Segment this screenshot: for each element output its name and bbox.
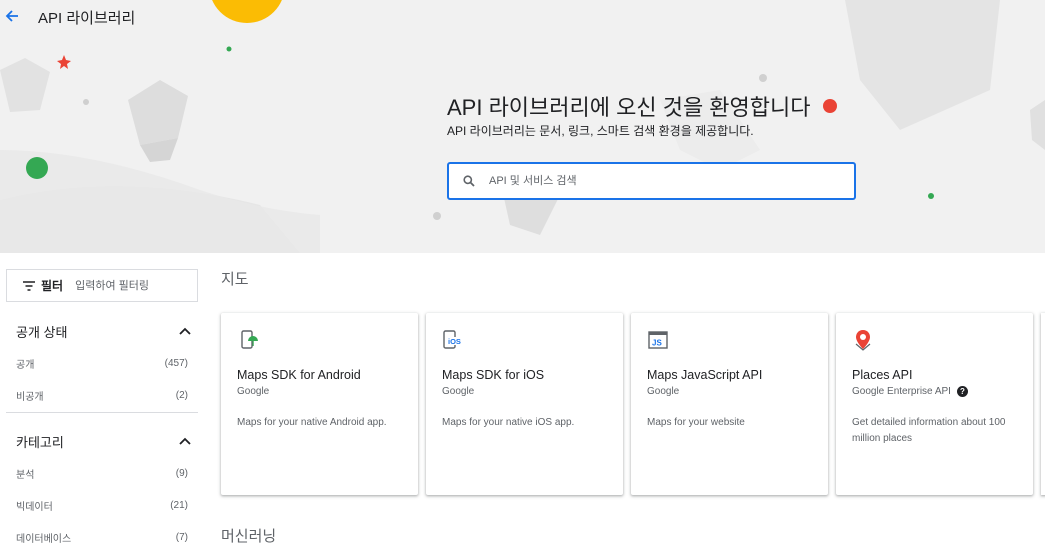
api-card-maps-ios[interactable]: iOS Maps SDK for iOS Google Maps for you…: [426, 313, 623, 495]
facet-item-count: (2): [175, 389, 188, 401]
card-description: Maps for your native iOS app.: [442, 417, 575, 428]
facet-category-header[interactable]: 카테고리: [16, 431, 191, 451]
api-card-partial[interactable]: [1041, 313, 1045, 495]
red-dot-icon: [822, 99, 837, 113]
card-title: Maps SDK for iOS: [442, 368, 545, 382]
facet-item-label: 비공개: [16, 391, 44, 403]
section-title-machine-learning: 머신러닝: [221, 528, 277, 545]
facet-item-count: (457): [164, 357, 188, 369]
search-input[interactable]: [487, 174, 817, 188]
facet-item-label: 빅데이터: [16, 501, 53, 513]
filter-box[interactable]: 필터: [6, 269, 198, 302]
facet-item-label: 분석: [16, 469, 35, 481]
card-description: Maps for your native Android app.: [237, 417, 387, 428]
card-title: Maps JavaScript API: [647, 368, 763, 382]
arrow-left-icon: [5, 10, 18, 22]
facet-visibility-header[interactable]: 공개 상태: [16, 321, 191, 341]
card-provider-text: Google Enterprise API: [852, 386, 951, 397]
back-button[interactable]: [2, 6, 22, 26]
card-provider-text: Google: [647, 386, 680, 397]
api-card-maps-android[interactable]: Maps SDK for Android Google Maps for you…: [221, 313, 418, 495]
facet-item-label: 데이터베이스: [16, 533, 72, 545]
facet-item-count: (7): [175, 531, 188, 543]
card-provider: Google: [647, 386, 812, 397]
android-maps-icon: [241, 330, 258, 349]
ios-maps-icon: iOS: [443, 330, 462, 349]
javascript-maps-icon: JS: [648, 331, 668, 349]
facet-item-private[interactable]: 비공개 (2): [16, 387, 188, 403]
welcome-title-text: API 라이브러리에 오신 것을 환영합니다: [447, 95, 811, 120]
hero-banner: API 라이브러리 API 라이브러리에 오신 것을 환영합니다 API 라이브…: [0, 0, 1045, 253]
card-provider: Google: [237, 386, 402, 397]
api-card-maps-javascript[interactable]: JS Maps JavaScript API Google Maps for y…: [631, 313, 828, 495]
welcome-title: API 라이브러리에 오신 것을 환영합니다: [447, 90, 837, 122]
search-box[interactable]: [447, 162, 856, 200]
facet-item-analytics[interactable]: 분석 (9): [16, 465, 188, 481]
card-provider: Google Enterprise API ?: [852, 386, 1017, 397]
svg-text:JS: JS: [652, 339, 662, 348]
card-provider-text: Google: [442, 386, 475, 397]
filter-icon: [23, 280, 35, 291]
card-provider: Google: [442, 386, 607, 397]
welcome-subtitle: API 라이브러리는 문서, 링크, 스마트 검색 환경을 제공합니다.: [447, 124, 754, 138]
filter-label: 필터: [41, 279, 64, 293]
facet-item-count: (21): [170, 499, 188, 511]
facet-category-title: 카테고리: [16, 434, 64, 450]
chevron-up-icon: [179, 327, 191, 335]
facet-item-public[interactable]: 공개 (457): [16, 355, 188, 371]
search-icon: [463, 175, 475, 187]
facet-visibility-title: 공개 상태: [16, 324, 68, 340]
chevron-up-icon: [179, 437, 191, 445]
facet-item-label: 공개: [16, 359, 35, 371]
sidebar-divider: [6, 412, 198, 413]
help-icon[interactable]: ?: [956, 386, 968, 397]
facet-item-database[interactable]: 데이터베이스 (7): [16, 529, 188, 545]
places-pin-icon: [855, 330, 871, 351]
api-card-places[interactable]: Places API Google Enterprise API ? Get d…: [836, 313, 1033, 495]
card-title: Maps SDK for Android: [237, 368, 361, 382]
card-provider-text: Google: [237, 386, 270, 397]
filter-input[interactable]: [73, 278, 174, 293]
card-title: Places API: [852, 368, 913, 382]
facet-item-count: (9): [175, 467, 188, 479]
svg-text:iOS: iOS: [448, 337, 461, 346]
section-title-maps: 지도: [221, 271, 249, 288]
facet-item-bigdata[interactable]: 빅데이터 (21): [16, 497, 188, 513]
card-description: Maps for your website: [647, 417, 745, 428]
card-description: Get detailed information about 100 milli…: [852, 417, 1006, 444]
page-title: API 라이브러리: [38, 10, 136, 27]
